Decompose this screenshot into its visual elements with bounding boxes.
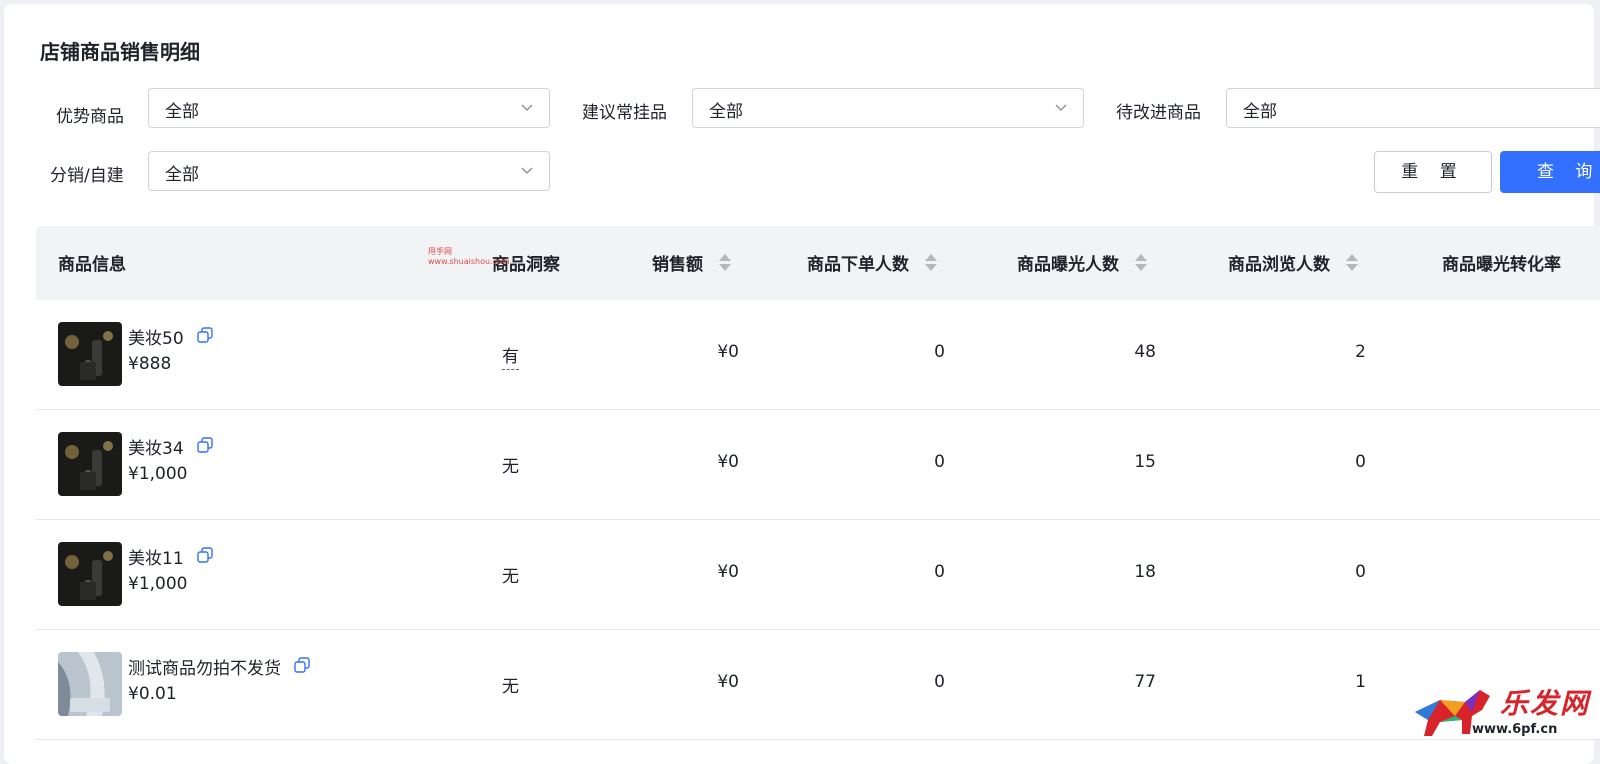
product-insight: 无: [502, 457, 519, 477]
views-value: 1: [1355, 672, 1366, 692]
product-name: 美妆11: [128, 544, 213, 570]
product-thumbnail[interactable]: [58, 542, 122, 606]
advantage-select[interactable]: 全部: [148, 88, 550, 128]
reset-button[interactable]: 重 置: [1374, 151, 1492, 193]
orders-value: 0: [934, 562, 945, 582]
product-name: 美妆50: [128, 324, 213, 350]
col-header-orders-label: 商品下单人数: [807, 255, 909, 275]
table-row: 美妆11 ¥1,000 无 ¥0 0 18 0: [36, 520, 1600, 630]
product-insight: 无: [502, 677, 519, 697]
exposure-value: 18: [1134, 562, 1156, 582]
sort-icon[interactable]: [1345, 253, 1358, 273]
watermark-line1: 甩手网: [428, 247, 452, 256]
product-name-text: 美妆11: [128, 549, 184, 569]
col-header-sales[interactable]: 销售额: [652, 250, 731, 275]
product-name: 美妆34: [128, 434, 213, 460]
copy-icon[interactable]: [197, 326, 213, 348]
copy-icon[interactable]: [197, 436, 213, 458]
sales-value: ¥0: [717, 672, 739, 692]
filter-label-suggested: 建议常挂品: [582, 103, 667, 123]
distribution-select[interactable]: 全部: [148, 151, 550, 191]
table-header: 商品信息 商品洞察 销售额 商品下单人数 商品曝光人数 商品浏览人数 商品曝光转…: [36, 226, 1600, 300]
copy-icon[interactable]: [197, 546, 213, 568]
col-header-views[interactable]: 商品浏览人数: [1228, 250, 1358, 275]
product-name-text: 美妆50: [128, 329, 184, 349]
improve-select-value: 全部: [1243, 102, 1277, 122]
chevron-down-icon: [519, 99, 535, 119]
sales-value: ¥0: [717, 342, 739, 362]
product-price: ¥1,000: [128, 464, 188, 484]
sort-icon[interactable]: [718, 253, 731, 273]
copy-icon[interactable]: [294, 656, 311, 678]
table-row: 测试商品勿拍不发货 ¥0.01 无 ¥0 0 77 1: [36, 630, 1600, 740]
chevron-down-icon: [1053, 99, 1069, 119]
page-title: 店铺商品销售明细: [40, 40, 200, 64]
product-price: ¥888: [128, 354, 172, 374]
views-value: 0: [1355, 452, 1366, 472]
col-header-views-label: 商品浏览人数: [1228, 255, 1330, 275]
watermark-line2: www.shuaishou.com: [428, 257, 510, 266]
product-name-text: 美妆34: [128, 439, 184, 459]
product-thumbnail[interactable]: [58, 322, 122, 386]
chevron-down-icon: [519, 162, 535, 182]
distribution-select-value: 全部: [165, 165, 199, 185]
sort-icon[interactable]: [924, 253, 937, 273]
col-header-product: 商品信息: [58, 255, 126, 275]
brand-name: 乐发网: [1500, 687, 1591, 720]
advantage-select-value: 全部: [165, 102, 199, 122]
sort-icon[interactable]: [1134, 253, 1147, 273]
orders-value: 0: [934, 452, 945, 472]
filter-label-improve: 待改进商品: [1116, 103, 1201, 123]
table-row: 美妆34 ¥1,000 无 ¥0 0 15 0: [36, 410, 1600, 520]
product-name: 测试商品勿拍不发货: [128, 654, 311, 680]
col-header-orders[interactable]: 商品下单人数: [807, 250, 937, 275]
suggested-select[interactable]: 全部: [692, 88, 1084, 128]
exposure-value: 77: [1134, 672, 1156, 692]
product-price: ¥0.01: [128, 684, 177, 704]
col-header-conversion: 商品曝光转化率: [1442, 255, 1561, 275]
sales-value: ¥0: [717, 562, 739, 582]
orders-value: 0: [934, 342, 945, 362]
product-name-text: 测试商品勿拍不发货: [128, 659, 281, 679]
query-button[interactable]: 查 询: [1500, 151, 1600, 193]
filter-label-advantage: 优势商品: [56, 107, 124, 127]
col-header-sales-label: 销售额: [652, 255, 703, 275]
sales-value: ¥0: [717, 452, 739, 472]
sales-detail-card: 店铺商品销售明细 优势商品 全部 建议常挂品 全部 待改进商品 全部 分销/自建…: [4, 4, 1600, 764]
product-insight: 无: [502, 567, 519, 587]
product-thumbnail[interactable]: [58, 432, 122, 496]
product-insight[interactable]: 有: [502, 342, 519, 370]
brand-url: www.6pf.cn: [1472, 722, 1558, 737]
filter-label-distribution: 分销/自建: [50, 166, 124, 186]
views-value: 0: [1355, 562, 1366, 582]
watermark: 甩手网 www.shuaishou.com: [428, 247, 510, 267]
table-row: 美妆50 ¥888 有 ¥0 0 48 2: [36, 300, 1600, 410]
col-header-exposure[interactable]: 商品曝光人数: [1017, 250, 1147, 275]
views-value: 2: [1355, 342, 1366, 362]
product-price: ¥1,000: [128, 574, 188, 594]
exposure-value: 48: [1134, 342, 1156, 362]
suggested-select-value: 全部: [709, 102, 743, 122]
improve-select[interactable]: 全部: [1226, 88, 1600, 128]
col-header-exposure-label: 商品曝光人数: [1017, 255, 1119, 275]
product-thumbnail[interactable]: [58, 652, 122, 716]
orders-value: 0: [934, 672, 945, 692]
exposure-value: 15: [1134, 452, 1156, 472]
